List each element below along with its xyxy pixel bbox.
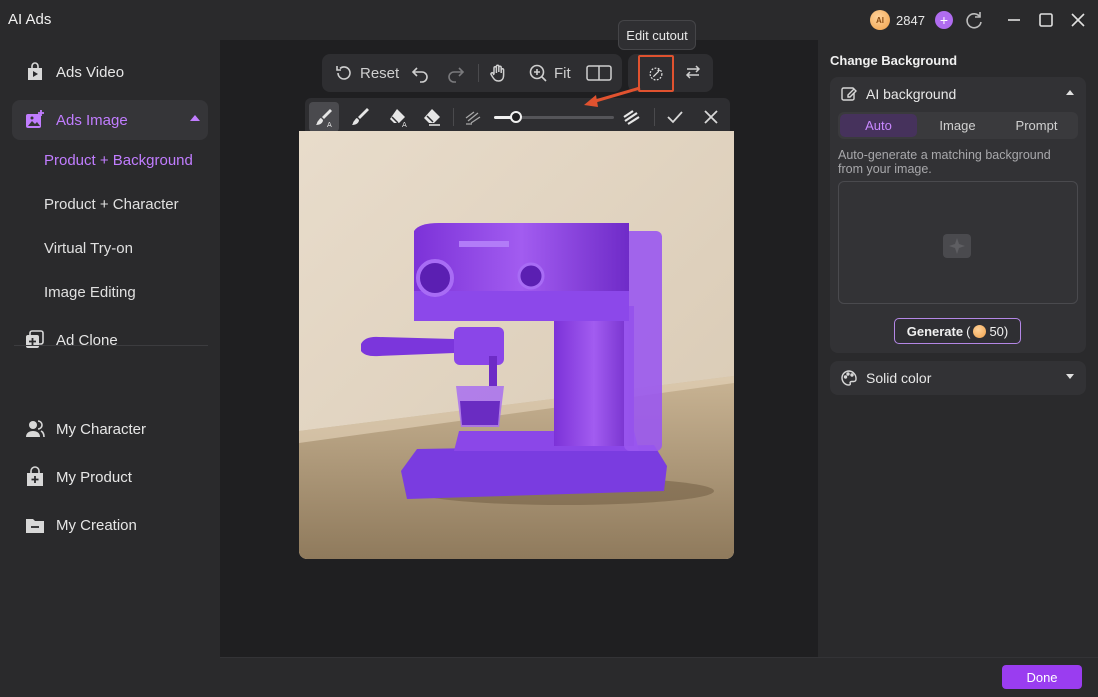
collapse-caret-icon[interactable] — [1066, 90, 1074, 95]
credits-display: AI 2847 + — [870, 8, 953, 32]
ai-brush-button[interactable]: A — [309, 102, 339, 132]
auto-description: Auto-generate a matching background from… — [838, 148, 1051, 176]
swap-button[interactable] — [683, 62, 703, 82]
generate-button[interactable]: Generate (50) — [894, 318, 1021, 344]
sidebar-item-ads-image[interactable]: Ads Image — [12, 100, 208, 140]
bottom-bar — [220, 657, 1098, 697]
palette-icon — [841, 370, 857, 386]
done-button[interactable]: Done — [1002, 665, 1082, 689]
add-credits-button[interactable]: + — [934, 11, 953, 29]
users-icon — [26, 420, 45, 438]
product-image-canvas[interactable] — [299, 131, 734, 559]
sidebar-subitem-product-character[interactable]: Product + Character — [44, 196, 179, 213]
undo-button[interactable] — [410, 63, 430, 83]
edit-image-icon — [841, 87, 857, 101]
app-title: AI Ads — [8, 11, 52, 28]
reset-label: Reset — [360, 64, 400, 82]
compare-button[interactable] — [586, 63, 612, 83]
confirm-button[interactable] — [662, 105, 688, 129]
zoom-in-icon — [529, 64, 547, 82]
coin-icon — [973, 324, 987, 338]
brush-size-handle[interactable] — [509, 111, 522, 123]
maximize-icon[interactable] — [1034, 8, 1058, 32]
view-toolbar: Reset Fit — [322, 54, 622, 92]
edit-cutout-tooltip: Edit cutout — [618, 20, 696, 50]
solid-color-card[interactable]: Solid color — [830, 361, 1086, 395]
annotation-arrow-icon — [584, 86, 641, 107]
product-bag-icon — [27, 466, 43, 486]
brush-button[interactable] — [347, 105, 373, 129]
svg-text:A: A — [402, 121, 407, 128]
redo-icon — [448, 67, 465, 83]
sidebar-item-ads-video[interactable]: Ads Video — [12, 52, 208, 92]
sidebar-subitem-virtual-try-on[interactable]: Virtual Try-on — [44, 240, 133, 257]
reset-button[interactable]: Reset — [334, 63, 399, 83]
hand-icon — [490, 64, 505, 82]
sidebar-item-label: Ads Video — [56, 63, 125, 81]
tab-prompt[interactable]: Prompt — [998, 114, 1075, 137]
close-icon[interactable] — [1066, 8, 1090, 32]
coffee-machine-image — [299, 131, 734, 559]
redo-button[interactable] — [446, 63, 466, 83]
magic-wand-icon — [649, 67, 663, 80]
ai-sparkle-image-icon — [943, 234, 971, 258]
check-icon — [667, 111, 683, 124]
sidebar-divider — [14, 345, 208, 346]
reset-icon — [336, 66, 351, 80]
sidebar-item-my-creation[interactable]: My Creation — [12, 505, 208, 545]
sidebar-item-label: My Character — [56, 420, 147, 438]
swap-icon — [685, 65, 701, 79]
tab-image[interactable]: Image — [919, 114, 996, 137]
credit-count: 2847 — [896, 12, 925, 28]
toolbar-separator — [654, 108, 655, 126]
ai-eraser-icon: A — [390, 109, 407, 128]
solid-color-header[interactable]: Solid color — [840, 369, 931, 387]
background-preview-area[interactable] — [838, 181, 1078, 304]
generate-label: Generate — [906, 323, 964, 339]
eraser-icon — [424, 109, 440, 126]
sidebar-item-ad-clone[interactable]: Ad Clone — [12, 320, 208, 360]
toolbar-separator — [453, 108, 454, 126]
ai-eraser-button[interactable]: A — [385, 105, 411, 129]
close-icon — [704, 110, 718, 124]
generate-cost: 50) — [989, 323, 1009, 339]
sidebar-item-label: My Creation — [56, 516, 137, 534]
folder-icon — [26, 519, 44, 533]
generate-paren: ( — [966, 323, 971, 339]
eraser-button[interactable] — [419, 105, 445, 129]
sidebar-item-my-character[interactable]: My Character — [12, 409, 208, 449]
minimize-icon[interactable] — [1002, 8, 1026, 32]
coin-icon: AI — [870, 10, 890, 30]
ai-background-label: AI background — [866, 86, 957, 102]
solid-color-label: Solid color — [866, 370, 932, 386]
brush-size-small-icon — [461, 105, 487, 129]
sidebar-item-my-product[interactable]: My Product — [12, 457, 208, 497]
pan-button[interactable] — [488, 63, 508, 83]
sidebar-subitem-image-editing[interactable]: Image Editing — [44, 284, 136, 301]
brush-icon — [352, 108, 369, 125]
collapse-caret-icon[interactable] — [190, 115, 200, 121]
undo-icon — [411, 67, 428, 83]
background-mode-tabs: Auto Image Prompt — [838, 112, 1078, 139]
ai-background-header[interactable]: AI background — [840, 85, 956, 103]
toolbar-separator — [478, 64, 479, 82]
expand-caret-icon[interactable] — [1066, 374, 1074, 379]
title-bar: AI Ads AI 2847 + — [0, 0, 1098, 40]
sidebar-subitem-product-background[interactable]: Product + Background — [44, 152, 193, 169]
compare-icon — [586, 65, 612, 81]
panel-title: Change Background — [830, 53, 958, 68]
cancel-button[interactable] — [698, 105, 724, 129]
fit-button[interactable]: Fit — [528, 63, 571, 83]
refresh-icon[interactable] — [962, 8, 986, 32]
sidebar-item-label: My Product — [56, 468, 132, 486]
video-bag-icon — [28, 62, 42, 80]
fit-label: Fit — [554, 64, 571, 82]
svg-text:A: A — [327, 121, 332, 128]
image-plus-icon — [26, 110, 44, 128]
ai-brush-icon: A — [316, 109, 332, 128]
tab-auto[interactable]: Auto — [840, 114, 917, 137]
sidebar-item-label: Ads Image — [56, 111, 128, 129]
clone-icon — [26, 330, 44, 348]
